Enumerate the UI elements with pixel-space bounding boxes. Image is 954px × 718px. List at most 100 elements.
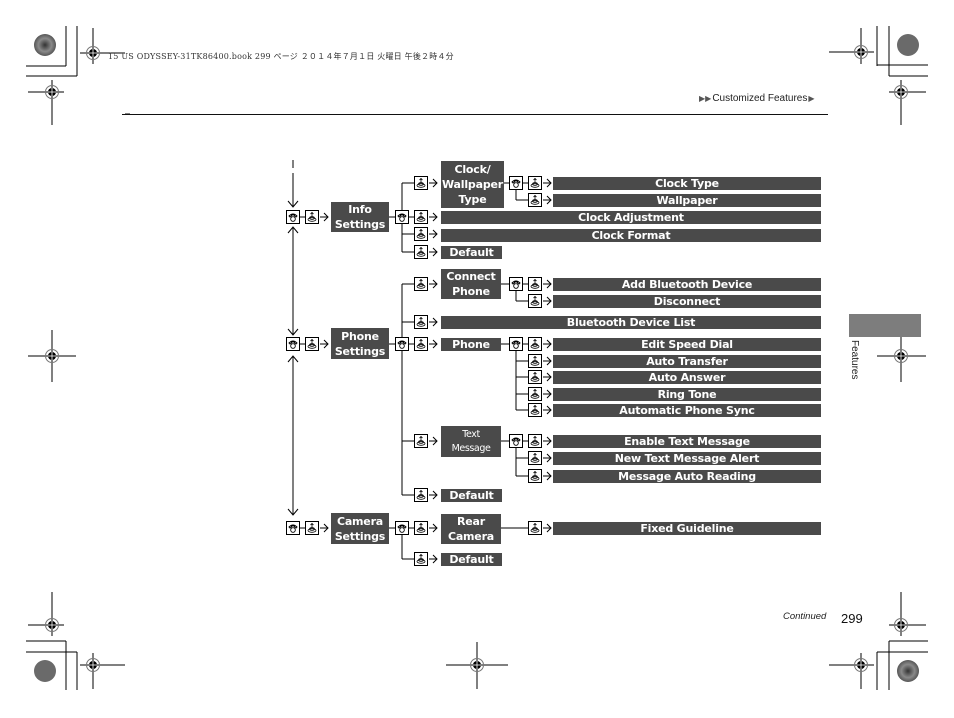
menu-phone-label: Phone — [452, 338, 490, 351]
selector-knob-icon — [414, 552, 428, 566]
selector-knob-icon — [414, 488, 428, 502]
selector-knob-icon — [528, 176, 542, 190]
phone-button-icon — [286, 210, 300, 224]
selector-knob-icon — [528, 403, 542, 417]
menu-item-wallpaper[interactable]: Wallpaper — [553, 194, 821, 207]
selector-knob-icon — [414, 176, 428, 190]
menu-clock-wallpaper-type[interactable]: Clock/Wallpaper Type — [441, 161, 504, 208]
selector-knob-icon — [414, 315, 428, 329]
selector-knob-icon — [414, 227, 428, 241]
menu-item-automatic-phone-sync[interactable]: Automatic Phone Sync — [553, 404, 821, 417]
arrow-right-icon — [543, 279, 552, 289]
arrow-right-icon — [429, 436, 438, 446]
menu-item-clock-adjustment-label: Clock Adjustment — [578, 211, 684, 224]
phone-button-icon — [286, 337, 300, 351]
menu-item-fixed-guideline[interactable]: Fixed Guideline — [553, 522, 821, 535]
menu-rear-camera-label: Rear Camera — [447, 515, 495, 543]
menu-item-auto-answer[interactable]: Auto Answer — [553, 371, 821, 384]
menu-item-disconnect[interactable]: Disconnect — [553, 295, 821, 308]
arrow-right-icon — [429, 317, 438, 327]
arrow-right-icon — [543, 471, 552, 481]
menu-item-ring-tone[interactable]: Ring Tone — [553, 388, 821, 401]
arrow-right-icon — [543, 453, 552, 463]
menu-item-automatic-phone-sync-label: Automatic Phone Sync — [619, 404, 755, 417]
menu-item-auto-transfer[interactable]: Auto Transfer — [553, 355, 821, 368]
selector-knob-icon — [528, 277, 542, 291]
menu-item-clock-format-label: Clock Format — [591, 229, 671, 242]
selector-knob-icon — [305, 521, 319, 535]
arrow-right-icon — [543, 372, 552, 382]
menu-item-clock-type[interactable]: Clock Type — [553, 177, 821, 190]
arrow-right-icon — [320, 212, 329, 222]
menu-info-settings[interactable]: Info Settings — [331, 202, 389, 232]
menu-item-auto-transfer-label: Auto Transfer — [646, 355, 728, 368]
arrow-right-icon — [429, 490, 438, 500]
menu-item-enable-text-message[interactable]: Enable Text Message — [553, 435, 821, 448]
arrow-right-icon — [429, 554, 438, 564]
menu-item-message-auto-reading[interactable]: Message Auto Reading — [553, 470, 821, 483]
arrow-right-icon — [543, 195, 552, 205]
menu-phone-settings[interactable]: Phone Settings — [331, 328, 389, 359]
menu-item-edit-speed-dial-label: Edit Speed Dial — [641, 338, 733, 351]
selector-knob-icon — [414, 245, 428, 259]
menu-item-clock-format[interactable]: Clock Format — [441, 229, 821, 242]
arrow-right-icon — [543, 436, 552, 446]
arrow-right-icon — [543, 296, 552, 306]
menu-camera-default[interactable]: Default — [441, 553, 502, 566]
arrow-right-icon — [320, 339, 329, 349]
phone-button-icon — [395, 521, 409, 535]
menu-item-bluetooth-device-list[interactable]: Bluetooth Device List — [441, 316, 821, 329]
menu-info-settings-label: Info Settings — [334, 203, 386, 231]
arrow-right-icon — [429, 523, 438, 533]
menu-text-message[interactable]: Text Message — [441, 426, 501, 457]
arrow-right-icon — [543, 339, 552, 349]
arrow-right-icon — [543, 523, 552, 533]
selector-knob-icon — [528, 354, 542, 368]
selector-knob-icon — [528, 387, 542, 401]
arrow-right-icon — [320, 523, 329, 533]
selector-knob-icon — [528, 370, 542, 384]
selector-knob-icon — [305, 210, 319, 224]
menu-item-edit-speed-dial[interactable]: Edit Speed Dial — [553, 338, 821, 351]
menu-rear-camera[interactable]: Rear Camera — [441, 514, 501, 544]
menu-item-add-bluetooth-device-label: Add Bluetooth Device — [621, 278, 753, 291]
menu-item-new-text-message-alert[interactable]: New Text Message Alert — [553, 452, 821, 465]
selector-knob-icon — [414, 434, 428, 448]
menu-item-add-bluetooth-device[interactable]: Add Bluetooth Device — [553, 278, 821, 291]
selector-knob-icon — [528, 469, 542, 483]
menu-item-bluetooth-device-list-label: Bluetooth Device List — [566, 316, 696, 329]
menu-item-enable-text-message-label: Enable Text Message — [624, 435, 750, 448]
menu-phone-settings-label: Phone Settings — [334, 329, 386, 358]
selector-knob-icon — [414, 277, 428, 291]
menu-connect-phone-label: Connect Phone — [446, 270, 496, 298]
menu-item-auto-answer-label: Auto Answer — [648, 371, 726, 384]
arrow-right-icon — [429, 247, 438, 257]
menu-phone[interactable]: Phone — [441, 338, 501, 351]
menu-info-default-label: Default — [449, 246, 494, 259]
arrow-right-icon — [429, 339, 438, 349]
menu-item-new-text-message-alert-label: New Text Message Alert — [614, 452, 760, 465]
menu-phone-default[interactable]: Default — [441, 489, 502, 502]
arrow-right-icon — [429, 229, 438, 239]
selector-knob-icon — [528, 337, 542, 351]
arrow-right-icon — [543, 356, 552, 366]
selector-knob-icon — [528, 434, 542, 448]
menu-item-wallpaper-label: Wallpaper — [656, 194, 718, 207]
selector-knob-icon — [414, 210, 428, 224]
arrow-right-icon — [543, 405, 552, 415]
arrow-right-icon — [429, 279, 438, 289]
phone-button-icon — [509, 176, 523, 190]
menu-info-default[interactable]: Default — [441, 246, 502, 259]
arrow-right-icon — [543, 178, 552, 188]
selector-knob-icon — [528, 451, 542, 465]
selector-knob-icon — [528, 193, 542, 207]
phone-button-icon — [509, 337, 523, 351]
menu-camera-settings-label: Camera Settings — [334, 514, 386, 543]
menu-camera-settings[interactable]: Camera Settings — [331, 513, 389, 544]
menu-connect-phone[interactable]: Connect Phone — [441, 269, 501, 299]
selector-knob-icon — [414, 337, 428, 351]
menu-item-clock-adjustment[interactable]: Clock Adjustment — [441, 211, 821, 224]
menu-item-ring-tone-label: Ring Tone — [657, 388, 717, 401]
arrow-right-icon — [543, 389, 552, 399]
phone-button-icon — [509, 277, 523, 291]
